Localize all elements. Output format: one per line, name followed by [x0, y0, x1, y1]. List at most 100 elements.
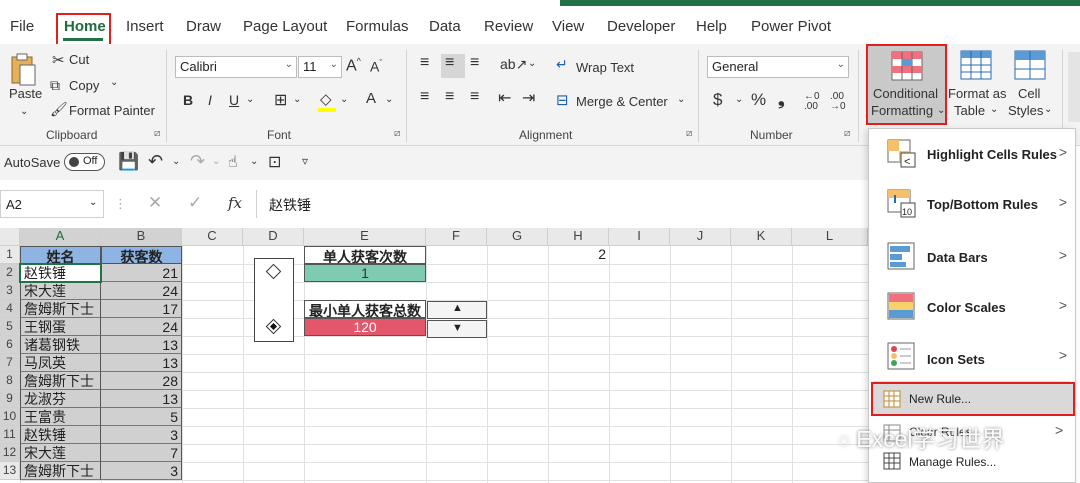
- copy-button[interactable]: Copy: [69, 78, 99, 93]
- menu-review[interactable]: Review: [484, 18, 533, 35]
- copy-dropdown-icon[interactable]: ⌄: [110, 77, 118, 88]
- row-header[interactable]: 2: [0, 264, 20, 282]
- name-cell[interactable]: 诸葛钢铁: [20, 336, 101, 354]
- insert-function-icon[interactable]: fx: [228, 194, 242, 212]
- menu-help[interactable]: Help: [696, 18, 727, 35]
- customize-qat-icon[interactable]: ▿: [302, 154, 308, 168]
- touch-mode-icon[interactable]: ☝: [228, 152, 238, 172]
- formula-input[interactable]: 赵铁锤: [256, 190, 868, 218]
- touch-mode-dropdown-icon[interactable]: ⌄: [250, 156, 258, 167]
- col-header-h[interactable]: H: [548, 228, 609, 246]
- menu-power-pivot[interactable]: Power Pivot: [751, 18, 831, 35]
- name-box[interactable]: A2 ⌄: [0, 190, 104, 218]
- format-as-table-icon[interactable]: [960, 50, 992, 80]
- count-cell[interactable]: 13: [101, 336, 182, 354]
- name-cell[interactable]: 龙淑芬: [20, 390, 101, 408]
- col-header-b[interactable]: B: [101, 228, 182, 246]
- row-header[interactable]: 9: [0, 390, 20, 408]
- name-cell[interactable]: 马凤英: [20, 354, 101, 372]
- currency-dropdown-icon[interactable]: ⌄: [735, 94, 743, 105]
- count-cell[interactable]: 24: [101, 318, 182, 336]
- cut-button[interactable]: Cut: [69, 52, 89, 67]
- cell-styles-label-2[interactable]: Styles: [1008, 103, 1043, 118]
- underline-dropdown-icon[interactable]: ⌄: [246, 94, 254, 105]
- format-painter-button[interactable]: Format Painter: [69, 103, 155, 118]
- number-format-dropdown-icon[interactable]: ⌄: [837, 59, 845, 70]
- font-size-combo[interactable]: 11 ⌄: [298, 56, 342, 78]
- header-name-cell[interactable]: 姓名: [20, 246, 101, 264]
- cell-styles-icon[interactable]: [1014, 50, 1046, 80]
- top-align-icon[interactable]: ≡: [420, 54, 429, 72]
- header-count-cell[interactable]: 获客数: [101, 246, 182, 264]
- redo-icon[interactable]: ↷: [190, 151, 205, 172]
- format-as-table-label-2[interactable]: Table: [954, 103, 985, 118]
- align-right-icon[interactable]: ≡: [470, 88, 479, 106]
- borders-dropdown-icon[interactable]: ⌄: [293, 94, 301, 105]
- redo-dropdown-icon[interactable]: ⌄: [212, 156, 220, 167]
- menu-data[interactable]: Data: [429, 18, 461, 35]
- wrap-text-button[interactable]: Wrap Text: [576, 60, 634, 75]
- menu-formulas[interactable]: Formulas: [346, 18, 409, 35]
- percent-icon[interactable]: %: [751, 90, 766, 110]
- col-header-f[interactable]: F: [426, 228, 487, 246]
- count-cell[interactable]: 13: [101, 354, 182, 372]
- row-header[interactable]: 7: [0, 354, 20, 372]
- col-header-c[interactable]: C: [182, 228, 243, 246]
- e1-label-cell[interactable]: 单人获客次数: [304, 246, 426, 264]
- row-header[interactable]: 6: [0, 336, 20, 354]
- camera-icon[interactable]: ⊡: [268, 152, 281, 172]
- col-header-a[interactable]: A: [20, 228, 101, 246]
- borders-icon[interactable]: ⊞: [274, 90, 287, 110]
- col-header-g[interactable]: G: [487, 228, 548, 246]
- h1-value-cell[interactable]: 2: [548, 246, 609, 264]
- name-cell[interactable]: 赵铁锤: [20, 426, 101, 444]
- name-cell[interactable]: 詹姆斯下士: [20, 372, 101, 390]
- paste-icon[interactable]: [8, 52, 38, 88]
- italic-icon[interactable]: I: [208, 92, 212, 108]
- col-header-e[interactable]: E: [304, 228, 426, 246]
- count-cell[interactable]: 3: [101, 462, 182, 480]
- comma-icon[interactable]: ❟: [778, 90, 785, 110]
- row-header[interactable]: 5: [0, 318, 20, 336]
- font-color-dropdown-icon[interactable]: ⌄: [385, 94, 393, 105]
- e5-value-cell[interactable]: 120: [304, 318, 426, 336]
- menu-file[interactable]: File: [10, 18, 34, 35]
- align-left-icon[interactable]: ≡: [420, 88, 429, 106]
- col-header-d[interactable]: D: [243, 228, 304, 246]
- align-center-icon[interactable]: ≡: [445, 88, 454, 106]
- col-header-i[interactable]: I: [609, 228, 670, 246]
- undo-icon[interactable]: ↶: [148, 151, 163, 172]
- menu-developer[interactable]: Developer: [607, 18, 675, 35]
- name-box-dropdown-icon[interactable]: ⌄: [89, 197, 97, 208]
- increase-decimal-icon[interactable]: ←0.00: [804, 92, 820, 112]
- menu-insert[interactable]: Insert: [126, 18, 164, 35]
- cell-styles-dropdown-icon[interactable]: ⌄: [1044, 104, 1052, 115]
- name-cell[interactable]: 宋大莲: [20, 282, 101, 300]
- font-launcher-icon[interactable]: ⧄: [394, 128, 400, 139]
- count-cell[interactable]: 17: [101, 300, 182, 318]
- menu-color-scales[interactable]: Color Scales >: [869, 282, 1075, 332]
- count-cell[interactable]: 21: [101, 264, 182, 282]
- underline-icon[interactable]: U: [229, 92, 239, 108]
- count-cell[interactable]: 5: [101, 408, 182, 426]
- count-cell[interactable]: 28: [101, 372, 182, 390]
- count-cell[interactable]: 24: [101, 282, 182, 300]
- col-header-k[interactable]: K: [731, 228, 792, 246]
- fill-color-dropdown-icon[interactable]: ⌄: [340, 94, 348, 105]
- row-header[interactable]: 3: [0, 282, 20, 300]
- worksheet-grid[interactable]: A B C D E F G H I J K L 1 2 3 4 5 6 7 8 9 10 11 12 1…: [0, 228, 869, 483]
- row-header[interactable]: 13: [0, 462, 20, 480]
- bottom-align-icon[interactable]: ≡: [470, 54, 479, 72]
- count-cell[interactable]: 7: [101, 444, 182, 462]
- number-launcher-icon[interactable]: ⧄: [844, 128, 850, 139]
- menu-data-bars[interactable]: Data Bars >: [869, 232, 1075, 282]
- menu-page-layout[interactable]: Page Layout: [243, 18, 327, 35]
- decrease-font-icon[interactable]: Aˇ: [370, 58, 382, 75]
- count-cell[interactable]: 3: [101, 426, 182, 444]
- font-name-combo[interactable]: Calibri ⌄: [175, 56, 297, 78]
- alignment-launcher-icon[interactable]: ⧄: [686, 128, 692, 139]
- row-header[interactable]: 4: [0, 300, 20, 318]
- select-all-corner[interactable]: [0, 228, 20, 246]
- e4-label-cell[interactable]: 最小单人获客总数: [304, 300, 426, 318]
- spinner-up-button[interactable]: ▲: [427, 301, 487, 319]
